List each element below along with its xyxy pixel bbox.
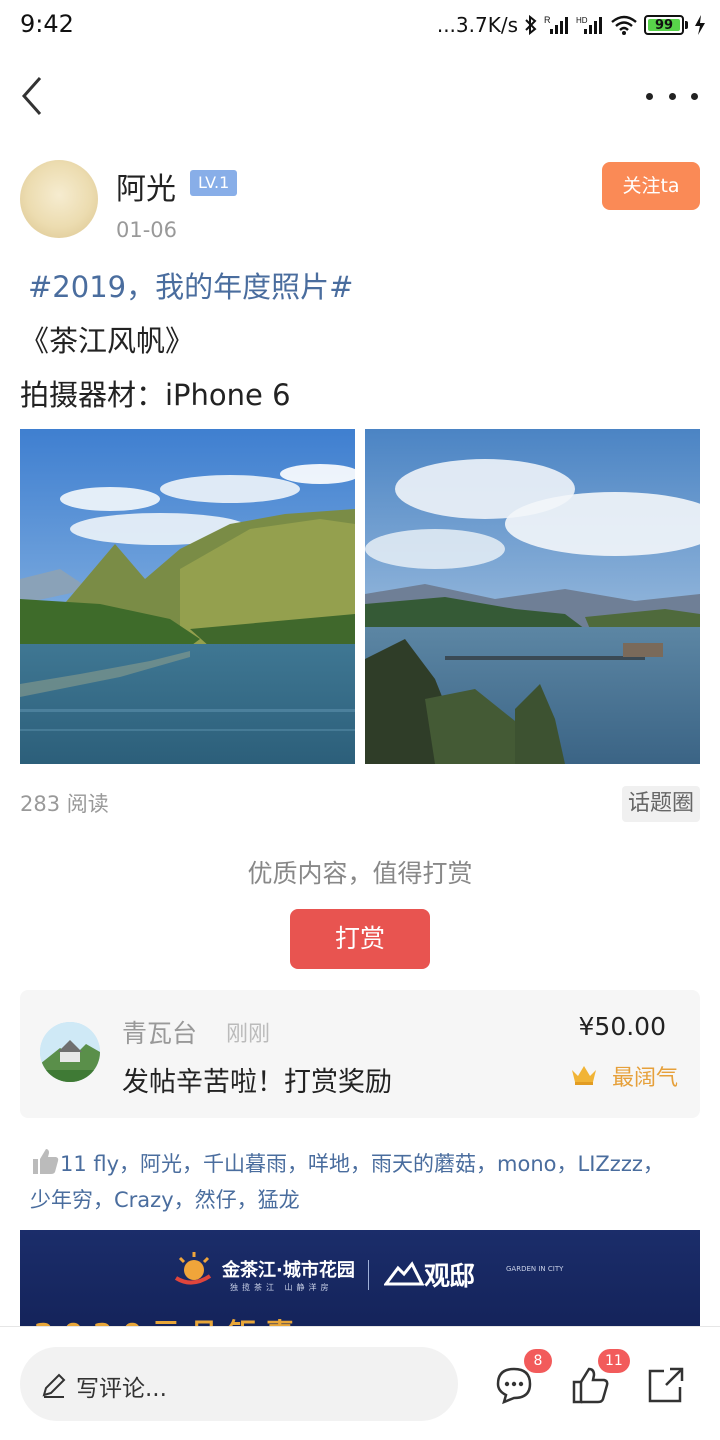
top-tipper-label: 最阔气 <box>611 1066 678 1091</box>
rewarder-name[interactable]: 青瓦台 <box>122 1014 197 1050</box>
battery-icon: 99 <box>644 15 684 35</box>
reward-button[interactable]: 打赏 <box>290 909 430 969</box>
river-mountain-photo[interactable] <box>20 429 355 764</box>
mountain-logo-icon <box>384 1261 424 1286</box>
ad-divider <box>368 1260 369 1290</box>
follow-button[interactable]: 关注ta <box>602 162 700 210</box>
status-icons: ...3.7K/s R HD 99 <box>437 10 706 40</box>
battery-tip <box>685 21 688 29</box>
post-equipment-line: 拍摄器材：iPhone 6 <box>20 378 291 412</box>
topic-tag-link[interactable]: #2019，我的年度照片# <box>28 264 353 306</box>
author-name[interactable]: 阿光 <box>116 164 176 208</box>
back-icon[interactable] <box>16 74 52 118</box>
ad-brand-b: 观邸 <box>424 1262 475 1292</box>
topic-circle-button[interactable]: 话题圈 <box>621 786 700 822</box>
author-avatar[interactable] <box>20 160 98 238</box>
reward-amount: ¥50.00 <box>578 1012 666 1041</box>
svg-text:HD: HD <box>576 16 588 25</box>
ad-sub-b: GARDEN IN CITY <box>506 1265 564 1273</box>
likes-names[interactable]: 11 fly，阿光，千山暮雨，咩地，雨天的蘑菇，mono，LIZzzz，少年穷，… <box>30 1152 664 1212</box>
comment-placeholder: 写评论... <box>76 1376 167 1402</box>
signal-r-icon: R <box>544 15 568 34</box>
svg-text:R: R <box>544 15 551 25</box>
network-speed: ...3.7K/s <box>436 13 518 37</box>
reward-prompt: 优质内容，值得打赏 <box>247 859 473 888</box>
like-count-badge: 11 <box>598 1349 630 1373</box>
bottom-bar: 写评论... 8 11 <box>0 1326 720 1440</box>
more-dot <box>646 92 653 100</box>
comment-count-badge: 8 <box>524 1349 552 1373</box>
crown-icon <box>572 1066 596 1085</box>
pencil-icon <box>42 1373 66 1398</box>
charging-icon <box>695 15 705 35</box>
reward-time: 刚刚 <box>226 1022 271 1047</box>
nav-bar <box>0 56 720 136</box>
reward-card: 青瓦台 刚刚 发帖辛苦啦！打赏奖励 ¥50.00 最阔气 <box>20 990 700 1118</box>
status-time: 9:42 <box>20 10 74 38</box>
battery-percent: 99 <box>654 17 674 33</box>
signal-hd-icon: HD <box>576 16 602 34</box>
share-icon[interactable] <box>646 1365 686 1405</box>
likes-list: 11 fly，阿光，千山暮雨，咩地，雨天的蘑菇，mono，LIZzzz，少年穷，… <box>30 1146 670 1218</box>
read-count: 283 阅读 <box>20 792 109 816</box>
ad-banner[interactable]: 金茶江·城市花园 独揽茶江 山静洋房 观邸 GARDEN IN CITY 202… <box>20 1230 700 1330</box>
more-dot <box>691 92 698 100</box>
status-bar: 9:42 ...3.7K/s R HD 99 <box>0 0 720 52</box>
comment-input[interactable]: 写评论... <box>20 1347 458 1421</box>
ad-brand-a: 金茶江·城市花园 <box>222 1260 355 1281</box>
bluetooth-icon <box>525 14 537 36</box>
more-icon[interactable] <box>646 80 698 112</box>
wifi-icon <box>611 15 637 35</box>
ad-sub-a: 独揽茶江 山静洋房 <box>230 1283 333 1292</box>
comments-icon[interactable] <box>494 1365 534 1405</box>
reward-message: 发帖辛苦啦！打赏奖励 <box>122 1067 392 1098</box>
post-title-line: 《茶江风帆》 <box>20 324 195 358</box>
post-date: 01-06 <box>116 218 178 242</box>
rewarder-avatar[interactable] <box>40 1022 100 1082</box>
river-bridge-photo[interactable] <box>365 429 700 764</box>
sun-logo-icon <box>174 1252 212 1285</box>
thumbs-up-icon <box>33 1149 59 1174</box>
level-badge: LV.1 <box>190 170 238 196</box>
more-dot <box>668 92 676 100</box>
